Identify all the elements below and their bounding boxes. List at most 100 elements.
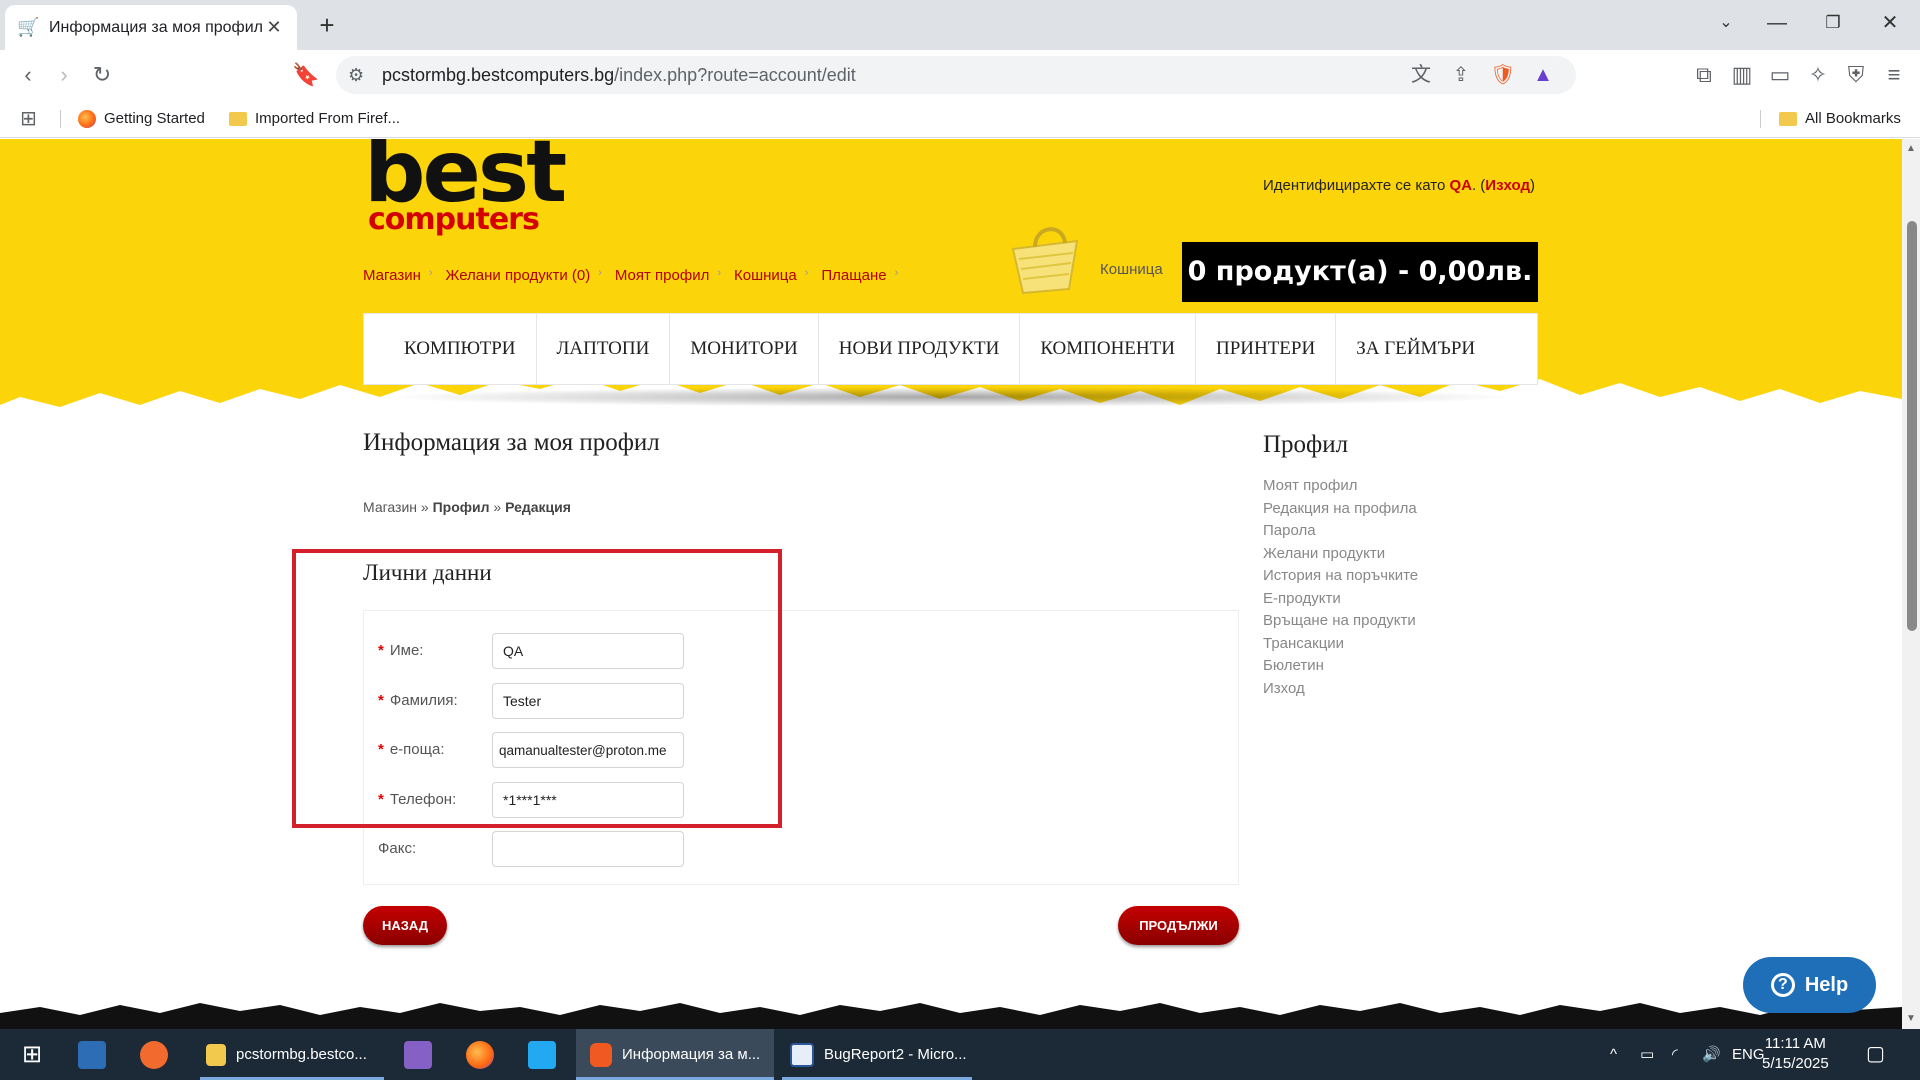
- taskbar-app-brave[interactable]: Информация за м...: [576, 1029, 774, 1080]
- footer-torn-edge: [0, 1003, 1902, 1029]
- apps-grid-icon[interactable]: ⊞: [20, 108, 37, 130]
- bookmark-label: Getting Started: [104, 110, 205, 127]
- scroll-down-icon[interactable]: ▼: [1906, 1013, 1916, 1024]
- sidebar-icon[interactable]: ▥: [1726, 60, 1758, 90]
- windows-taskbar: ⊞ pcstormbg.bestco... Информация за м...…: [0, 1029, 1920, 1080]
- page-scrollbar[interactable]: ▲ ▼: [1902, 139, 1920, 1029]
- wallet-icon[interactable]: ▭: [1764, 60, 1796, 90]
- all-bookmarks-folder[interactable]: All Bookmarks: [1779, 108, 1901, 130]
- category-components[interactable]: КОМПОНЕНТИ: [1020, 313, 1196, 385]
- back-icon[interactable]: ‹: [12, 60, 44, 90]
- breadcrumb-account[interactable]: Профил: [433, 499, 490, 515]
- category-new-products[interactable]: НОВИ ПРОДУКТИ: [819, 313, 1021, 385]
- sidebar-item-returns[interactable]: Връщане на продукти: [1263, 610, 1418, 633]
- cart-label[interactable]: Кошница: [1100, 261, 1163, 278]
- share-icon[interactable]: ⇪: [1446, 60, 1476, 90]
- sidebar-item-my-account[interactable]: Моят профил: [1263, 475, 1418, 498]
- category-nav: КОМПЮТРИ ЛАПТОПИ МОНИТОРИ НОВИ ПРОДУКТИ …: [363, 313, 1538, 385]
- new-tab-button[interactable]: +: [312, 10, 342, 40]
- bookmark-getting-started[interactable]: Getting Started: [78, 108, 205, 130]
- folder-icon: [229, 112, 247, 126]
- category-computers[interactable]: КОМПЮТРИ: [364, 313, 537, 385]
- taskbar-app-firefox[interactable]: [466, 1029, 494, 1080]
- extensions-icon[interactable]: ⧉: [1688, 60, 1720, 90]
- taskbar-app-editor[interactable]: [140, 1029, 168, 1080]
- close-window-button[interactable]: ✕: [1870, 8, 1910, 38]
- scroll-up-icon[interactable]: ▲: [1906, 143, 1916, 154]
- taskbar-app-visual-studio[interactable]: [404, 1029, 432, 1080]
- help-label: Help: [1804, 973, 1849, 996]
- bookmark-divider: [1760, 110, 1761, 128]
- category-monitors[interactable]: МОНИТОРИ: [670, 313, 819, 385]
- vpn-icon[interactable]: ⛨: [1840, 60, 1872, 90]
- leo-ai-icon[interactable]: ✧: [1802, 60, 1834, 90]
- taskbar-app-network[interactable]: [78, 1029, 106, 1080]
- sidebar-item-edit-account[interactable]: Редакция на профила: [1263, 498, 1418, 521]
- breadcrumb-edit[interactable]: Редакция: [505, 499, 571, 515]
- logout-link[interactable]: Изход: [1485, 177, 1530, 194]
- top-link-cart[interactable]: Кошница: [734, 267, 797, 284]
- file-explorer-icon: [206, 1043, 226, 1066]
- sidebar-item-password[interactable]: Парола: [1263, 520, 1418, 543]
- sidebar-item-wishlist[interactable]: Желани продукти: [1263, 543, 1418, 566]
- forward-icon[interactable]: ›: [48, 60, 80, 90]
- chevron-right-icon: ›: [428, 267, 433, 279]
- sidebar-item-downloads[interactable]: Е-продукти: [1263, 588, 1418, 611]
- fax-label-text: Факс:: [378, 840, 417, 857]
- tab-search-icon[interactable]: ⌄: [1706, 8, 1746, 38]
- site-info-icon[interactable]: ⚙: [348, 60, 364, 90]
- system-clock[interactable]: 11:11 AM 5/15/2025: [1762, 1034, 1829, 1074]
- bookmark-icon[interactable]: 🔖: [290, 60, 322, 90]
- top-link-shop[interactable]: Магазин: [363, 267, 421, 284]
- minimize-button[interactable]: —: [1757, 8, 1797, 38]
- windows-start-icon[interactable]: ⊞: [14, 1029, 50, 1080]
- sidebar-item-order-history[interactable]: История на поръчките: [1263, 565, 1418, 588]
- tray-overflow-icon[interactable]: ^: [1610, 1029, 1617, 1080]
- sidebar-item-newsletter[interactable]: Бюлетин: [1263, 655, 1418, 678]
- site-logo[interactable]: best computers: [364, 139, 604, 249]
- translate-icon[interactable]: 文: [1406, 60, 1436, 90]
- notifications-icon[interactable]: ▢: [1866, 1029, 1885, 1080]
- continue-button[interactable]: ПРОДЪЛЖИ: [1118, 906, 1239, 945]
- reload-icon[interactable]: ↻: [86, 60, 118, 90]
- language-indicator[interactable]: ENG: [1732, 1029, 1765, 1080]
- clock-date: 5/15/2025: [1762, 1055, 1829, 1072]
- scrollbar-thumb[interactable]: [1907, 221, 1917, 631]
- account-link[interactable]: QA: [1449, 177, 1472, 194]
- basket-icon[interactable]: [1005, 219, 1085, 297]
- help-button[interactable]: ? Help: [1743, 957, 1876, 1013]
- taskbar-app-vscode[interactable]: [528, 1029, 556, 1080]
- sidebar-item-transactions[interactable]: Трансакции: [1263, 633, 1418, 656]
- browser-tab-active[interactable]: 🛒 Информация за моя профил ✕: [5, 5, 297, 50]
- wifi-icon[interactable]: ◜: [1672, 1029, 1678, 1080]
- brave-browser-icon: [590, 1042, 612, 1067]
- address-bar[interactable]: ⚙ pcstormbg.bestcomputers.bg/index.php?r…: [336, 56, 1576, 94]
- restore-button[interactable]: ❐: [1813, 8, 1853, 38]
- taskbar-app-explorer[interactable]: pcstormbg.bestco...: [200, 1029, 384, 1080]
- brave-rewards-icon[interactable]: ▲: [1528, 60, 1558, 90]
- cart-total[interactable]: 0 продукт(а) - 0,00лв.: [1182, 242, 1538, 302]
- category-printers[interactable]: ПРИНТЕРИ: [1196, 313, 1337, 385]
- battery-icon[interactable]: ▭: [1640, 1029, 1654, 1080]
- top-link-wishlist[interactable]: Желани продукти (0): [446, 267, 591, 284]
- volume-icon[interactable]: 🔊: [1702, 1029, 1721, 1080]
- url-text[interactable]: pcstormbg.bestcomputers.bg/index.php?rou…: [382, 56, 856, 94]
- taskbar-app-label: Информация за м...: [622, 1046, 761, 1063]
- taskbar-app-word[interactable]: BugReport2 - Micro...: [782, 1029, 972, 1080]
- bookmark-divider: [60, 110, 61, 128]
- category-laptops[interactable]: ЛАПТОПИ: [537, 313, 671, 385]
- bookmark-imported-folder[interactable]: Imported From Firef...: [229, 108, 400, 130]
- top-link-checkout[interactable]: Плащане: [821, 267, 886, 284]
- category-gamers[interactable]: ЗА ГЕЙМЪРИ: [1336, 313, 1495, 385]
- top-link-account[interactable]: Моят профил: [615, 267, 709, 284]
- close-tab-icon[interactable]: ✕: [263, 17, 285, 38]
- sidebar-item-logout[interactable]: Изход: [1263, 678, 1418, 701]
- brave-shields-icon[interactable]: 🛡: [1488, 60, 1518, 90]
- annotation-highlight-box: [292, 549, 782, 828]
- menu-icon[interactable]: ≡: [1878, 60, 1910, 90]
- editor-app-icon: [140, 1040, 168, 1069]
- back-button[interactable]: НАЗАД: [363, 906, 447, 945]
- breadcrumb-home[interactable]: Магазин: [363, 499, 417, 515]
- fax-input[interactable]: [492, 831, 684, 867]
- browser-toolbar: ‹ › ↻ 🔖 ⚙ pcstormbg.bestcomputers.bg/ind…: [0, 50, 1920, 100]
